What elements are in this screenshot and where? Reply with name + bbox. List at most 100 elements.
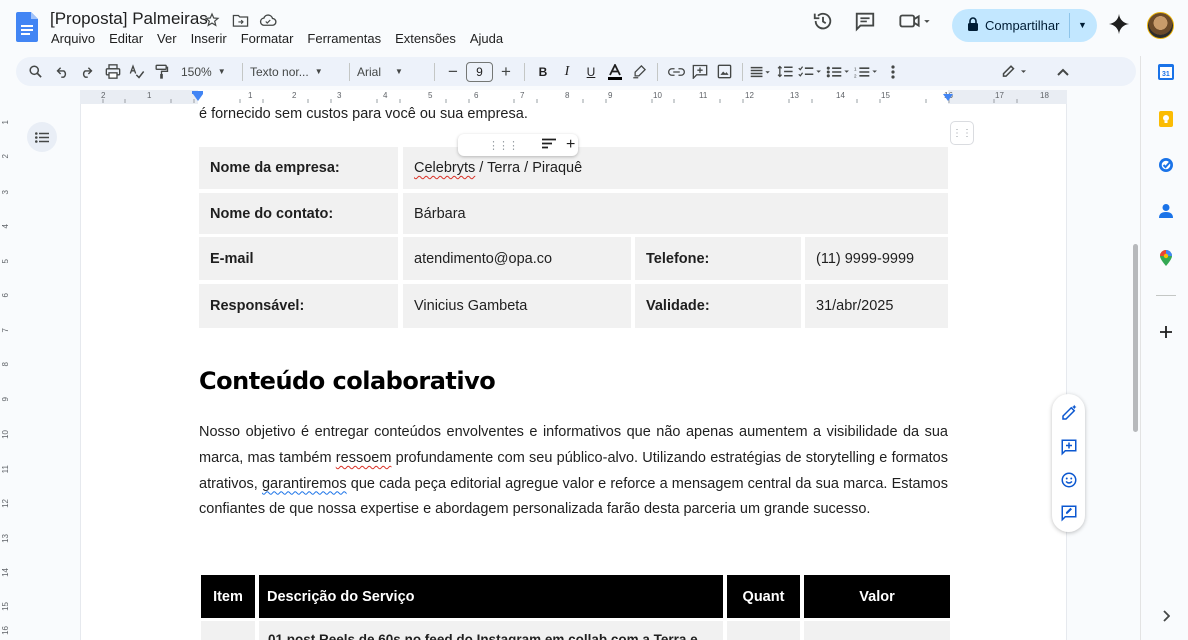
line-spacing-icon[interactable] [774,61,796,83]
ruler-number: 16 [1,626,10,635]
maps-icon[interactable] [1158,250,1174,266]
menu-editar[interactable]: Editar [102,31,150,46]
calendar-icon[interactable]: 31 [1158,64,1174,80]
increase-font-size-button[interactable]: + [495,61,517,83]
hide-menus-chevron-up-icon[interactable] [1052,61,1074,83]
bold-button[interactable]: B [532,61,554,83]
version-history-icon[interactable] [812,10,834,37]
keep-icon[interactable] [1158,111,1174,127]
table-grip-icon[interactable]: ⋮⋮⋮ [488,139,519,152]
print-icon[interactable] [102,61,124,83]
add-addon-icon[interactable] [1158,324,1174,340]
underline-button[interactable]: U [580,61,602,83]
lock-icon [967,17,979,34]
paint-format-icon[interactable] [150,61,172,83]
vertical-ruler[interactable]: 1 2 3 4 5 6 7 8 9 10 11 12 13 14 15 16 [0,104,14,640]
add-comment-icon[interactable] [689,61,711,83]
more-options-icon[interactable] [882,61,904,83]
move-folder-icon[interactable] [230,11,250,29]
ruler-number: 13 [790,91,799,100]
floating-toolbar [1052,394,1085,532]
menu-arquivo[interactable]: Arquivo [44,31,102,46]
document-page[interactable]: é fornecido sem custos para você ou sua … [80,104,1067,640]
info-label-contact: Nome do contato: [199,193,398,234]
sort-icon[interactable] [542,136,556,154]
ruler-number: 4 [383,91,388,100]
services-cell-value[interactable] [804,621,950,640]
search-menus-icon[interactable] [24,61,46,83]
add-emoji-reaction-icon[interactable] [1060,471,1078,489]
paragraph-style-value: Texto nor... [250,64,309,79]
add-comment-icon[interactable] [1060,438,1078,456]
outline-list-icon [35,131,49,143]
align-icon[interactable] [750,61,772,83]
help-me-write-icon[interactable] [1060,404,1078,422]
info-value-phone[interactable]: (11) 9999-9999 [805,237,948,280]
info-value-responsible[interactable]: Vinicius Gambeta [403,284,631,328]
body-paragraph[interactable]: Nosso objetivo é entregar conteúdos envo… [199,420,948,523]
checklist-icon[interactable] [798,61,824,83]
services-cell-description[interactable]: 01 post Reels de 60s no feed do Instagra… [259,621,723,640]
chevron-down-icon: ▼ [217,67,226,76]
ruler-number: 7 [520,91,525,100]
highlight-color-icon[interactable] [628,61,650,83]
menu-formatar[interactable]: Formatar [234,31,301,46]
add-row-icon[interactable]: + [566,136,575,154]
editing-mode-icon[interactable] [1001,61,1031,83]
menu-ver[interactable]: Ver [150,31,184,46]
italic-button[interactable]: I [556,61,578,83]
decrease-font-size-button[interactable]: − [442,61,464,83]
menu-inserir[interactable]: Inserir [184,31,234,46]
numbered-list-icon[interactable]: 12 [854,61,880,83]
document-outline-button[interactable] [27,122,57,152]
table-drag-handle[interactable]: ⋮⋮ [950,121,974,145]
collapse-panel-chevron-icon[interactable] [1158,608,1174,624]
paragraph-style-select[interactable]: Texto nor... ▼ [250,61,342,83]
spellcheck-icon[interactable] [126,61,148,83]
redo-icon[interactable] [75,61,97,83]
font-select[interactable]: Arial ▼ [357,61,427,83]
bulleted-list-icon[interactable] [826,61,852,83]
info-value-email[interactable]: atendimento@opa.co [403,237,631,280]
vertical-scrollbar[interactable] [1133,244,1138,432]
tasks-icon[interactable] [1158,157,1174,173]
undo-icon[interactable] [51,61,73,83]
font-size-input[interactable]: 9 [466,61,493,82]
suggest-edits-icon[interactable] [1060,504,1078,522]
misspelled-word[interactable]: ressoem [336,450,392,466]
horizontal-ruler[interactable]: 2 1 1 2 3 4 5 6 7 8 9 10 11 12 13 14 15 … [0,90,1140,104]
star-icon[interactable] [202,11,222,29]
insert-link-icon[interactable] [665,61,687,83]
account-avatar[interactable] [1147,12,1174,39]
text-color-button[interactable] [604,61,626,83]
info-value-company-rest: / Terra / Piraquê [475,160,583,176]
services-cell-item[interactable] [201,621,255,640]
formatting-toolbar: 150% ▼ Texto nor... ▼ Arial ▼ − 9 + B I U 1… [16,57,1136,86]
menu-ferramentas[interactable]: Ferramentas [300,31,388,46]
zoom-select[interactable]: 150% ▼ [179,61,235,83]
insert-image-icon[interactable] [713,61,735,83]
services-cell-quantity[interactable] [727,621,800,640]
comments-icon[interactable] [854,10,876,37]
docs-logo-icon[interactable] [16,12,38,42]
left-indent-marker[interactable] [193,94,203,101]
meet-icon[interactable] [897,10,933,37]
cloud-saved-icon[interactable] [258,11,278,29]
info-value-contact[interactable]: Bárbara [403,193,948,234]
right-indent-marker[interactable] [943,94,953,101]
share-button[interactable]: Compartilhar ▼ [952,9,1097,42]
svg-text:1: 1 [854,66,857,71]
misspelled-word[interactable]: Celebryts [414,160,475,176]
grammar-suggestion-word[interactable]: garantiremos [262,476,347,492]
info-value-validity[interactable]: 31/abr/2025 [805,284,948,328]
ruler-number: 7 [1,328,10,333]
menu-ajuda[interactable]: Ajuda [463,31,510,46]
share-dropdown-icon[interactable]: ▼ [1078,20,1087,30]
gemini-icon[interactable] [1108,13,1130,40]
ruler-number: 11 [699,91,708,100]
document-title[interactable]: [Proposta] Palmeiras [50,9,208,29]
ruler-number: 3 [1,190,10,195]
app-header: [Proposta] Palmeiras Arquivo Editar Ver … [0,0,1188,56]
menu-extensoes[interactable]: Extensões [388,31,463,46]
contacts-icon[interactable] [1158,203,1174,219]
